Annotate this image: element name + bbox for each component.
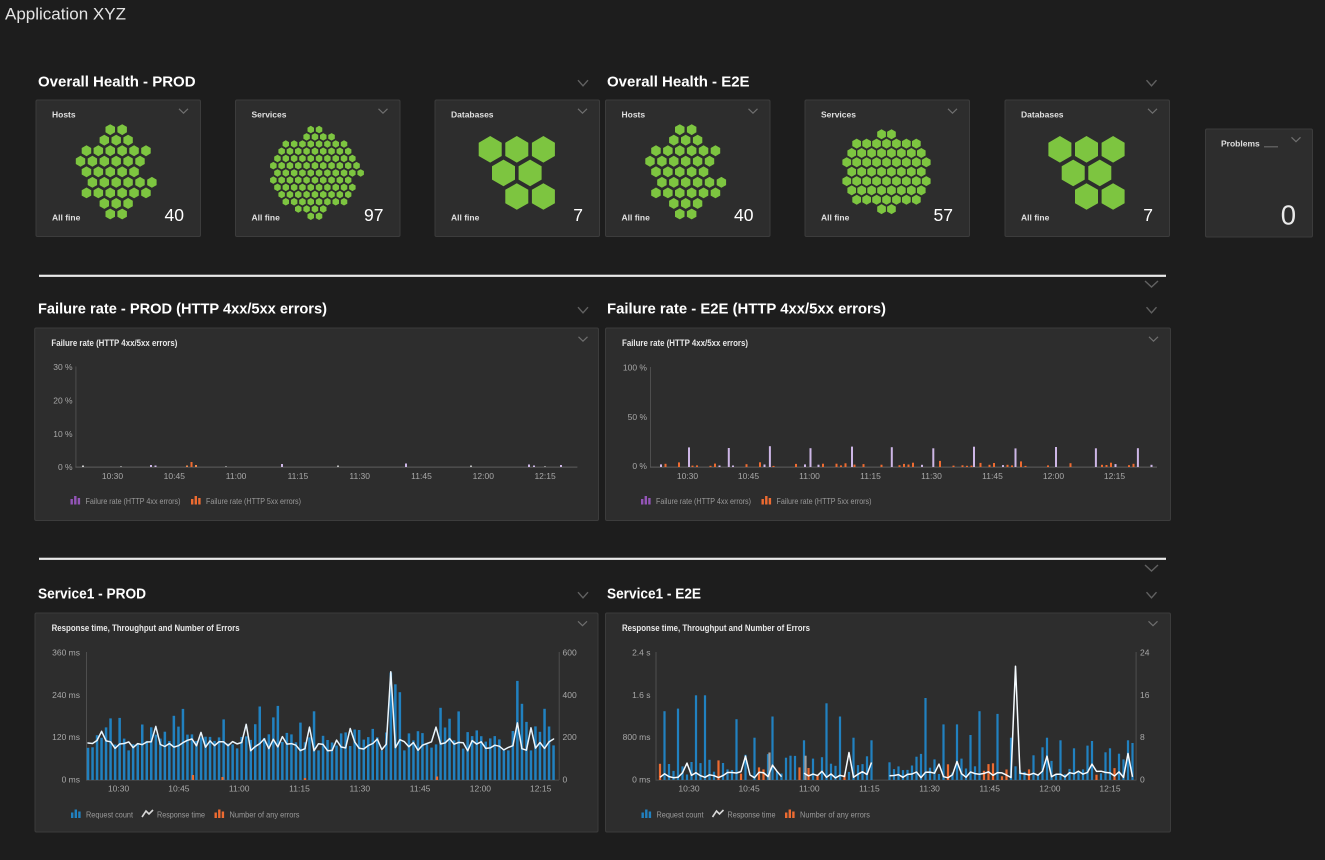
svg-text:Failure rate - PROD (HTTP 4xx/: Failure rate - PROD (HTTP 4xx/5xx errors… (38, 301, 327, 318)
svg-text:12:15: 12:15 (534, 471, 556, 481)
svg-text:11:30: 11:30 (919, 784, 940, 794)
svg-text:11:00: 11:00 (799, 784, 820, 794)
svg-text:0 ms: 0 ms (62, 775, 80, 785)
svg-text:10:45: 10:45 (164, 471, 186, 481)
svg-text:All fine: All fine (451, 213, 480, 223)
svg-text:Overall Health - E2E: Overall Health - E2E (607, 74, 750, 91)
svg-text:0: 0 (1281, 200, 1296, 231)
svg-text:Services: Services (252, 110, 287, 120)
svg-text:Request count: Request count (86, 810, 134, 820)
svg-text:Service1 - PROD: Service1 - PROD (38, 586, 146, 603)
svg-text:0: 0 (1140, 775, 1145, 785)
svg-text:100 %: 100 % (623, 362, 648, 372)
svg-text:11:00: 11:00 (226, 471, 247, 481)
svg-text:11:30: 11:30 (349, 784, 370, 794)
svg-text:10:45: 10:45 (738, 784, 760, 794)
svg-text:Databases: Databases (451, 110, 494, 120)
svg-text:All fine: All fine (821, 213, 850, 223)
svg-text:0: 0 (563, 775, 568, 785)
svg-text:Failure rate (HTTP 4xx/5xx err: Failure rate (HTTP 4xx/5xx errors) (51, 338, 177, 349)
svg-text:11:30: 11:30 (921, 471, 942, 481)
svg-text:Failure rate (HTTP 4xx errors): Failure rate (HTTP 4xx errors) (86, 496, 181, 506)
svg-text:11:15: 11:15 (289, 784, 310, 794)
svg-text:Response time, Throughput and: Response time, Throughput and Number of … (622, 623, 810, 634)
svg-text:10:30: 10:30 (102, 471, 124, 481)
svg-text:Request count: Request count (657, 810, 705, 820)
svg-text:12:00: 12:00 (1043, 471, 1065, 481)
svg-text:20 %: 20 % (53, 395, 73, 405)
svg-text:400: 400 (563, 690, 577, 700)
svg-text:11:45: 11:45 (979, 784, 1000, 794)
svg-text:Number of any errors: Number of any errors (800, 810, 870, 820)
svg-text:All fine: All fine (1021, 213, 1050, 223)
svg-text:Service1 - E2E: Service1 - E2E (607, 586, 701, 603)
svg-text:10:30: 10:30 (678, 784, 700, 794)
svg-text:16: 16 (1140, 690, 1150, 700)
svg-text:0 ms: 0 ms (632, 775, 650, 785)
svg-text:11:45: 11:45 (410, 784, 431, 794)
svg-text:Hosts: Hosts (622, 110, 646, 120)
svg-text:Problems: Problems (1221, 139, 1260, 149)
svg-text:7: 7 (573, 205, 583, 225)
svg-text:10 %: 10 % (53, 429, 73, 439)
svg-text:Number of any errors: Number of any errors (230, 810, 300, 820)
svg-text:8: 8 (1140, 732, 1145, 742)
svg-text:12:00: 12:00 (1039, 784, 1061, 794)
svg-text:40: 40 (165, 205, 185, 225)
svg-text:All fine: All fine (52, 213, 81, 223)
svg-text:All fine: All fine (252, 213, 281, 223)
svg-text:Failure rate (HTTP 5xx errors): Failure rate (HTTP 5xx errors) (206, 496, 301, 506)
svg-text:Response time: Response time (728, 810, 776, 820)
svg-text:Failure rate - E2E (HTTP 4xx/5: Failure rate - E2E (HTTP 4xx/5xx errors) (607, 301, 886, 318)
svg-text:0 %: 0 % (632, 461, 647, 471)
svg-text:0 %: 0 % (58, 462, 73, 472)
svg-text:200: 200 (563, 732, 577, 742)
svg-text:240 ms: 240 ms (52, 690, 80, 700)
svg-text:120 ms: 120 ms (52, 732, 80, 742)
svg-text:11:15: 11:15 (860, 471, 881, 481)
svg-text:11:15: 11:15 (288, 471, 309, 481)
svg-text:12:15: 12:15 (1104, 471, 1126, 481)
svg-text:600: 600 (563, 647, 577, 657)
svg-text:50 %: 50 % (628, 412, 648, 422)
svg-text:1.6 s: 1.6 s (632, 690, 650, 700)
svg-text:Application XYZ: Application XYZ (5, 5, 126, 24)
svg-text:40: 40 (734, 205, 754, 225)
svg-text:Response time: Response time (157, 810, 205, 820)
svg-text:Overall Health - PROD: Overall Health - PROD (38, 74, 196, 91)
svg-text:Services: Services (821, 110, 856, 120)
svg-text:Failure rate (HTTP 5xx errors): Failure rate (HTTP 5xx errors) (777, 496, 872, 506)
svg-text:10:30: 10:30 (108, 784, 130, 794)
svg-text:12:00: 12:00 (470, 784, 492, 794)
svg-text:11:45: 11:45 (982, 471, 1003, 481)
svg-text:11:45: 11:45 (411, 471, 432, 481)
svg-text:2.4 s: 2.4 s (632, 647, 650, 657)
svg-text:10:45: 10:45 (168, 784, 190, 794)
svg-text:11:00: 11:00 (799, 471, 820, 481)
svg-text:Failure rate (HTTP 4xx errors): Failure rate (HTTP 4xx errors) (656, 496, 751, 506)
svg-text:800 ms: 800 ms (623, 732, 651, 742)
svg-text:10:45: 10:45 (738, 471, 760, 481)
svg-text:24: 24 (1140, 647, 1150, 657)
svg-text:57: 57 (934, 205, 953, 225)
svg-text:12:15: 12:15 (530, 784, 552, 794)
svg-text:11:15: 11:15 (859, 784, 880, 794)
svg-text:360 ms: 360 ms (52, 647, 80, 657)
svg-text:97: 97 (364, 205, 383, 225)
svg-text:12:15: 12:15 (1099, 784, 1121, 794)
svg-text:Response time, Throughput and: Response time, Throughput and Number of … (52, 623, 240, 634)
svg-text:Databases: Databases (1021, 110, 1064, 120)
svg-text:11:30: 11:30 (349, 471, 370, 481)
svg-text:10:30: 10:30 (677, 471, 699, 481)
svg-text:Hosts: Hosts (52, 110, 76, 120)
svg-text:30 %: 30 % (53, 362, 73, 372)
svg-text:Failure rate (HTTP 4xx/5xx err: Failure rate (HTTP 4xx/5xx errors) (622, 338, 748, 349)
svg-text:11:00: 11:00 (229, 784, 250, 794)
svg-text:12:00: 12:00 (473, 471, 495, 481)
svg-text:7: 7 (1143, 205, 1153, 225)
svg-text:All fine: All fine (622, 213, 651, 223)
